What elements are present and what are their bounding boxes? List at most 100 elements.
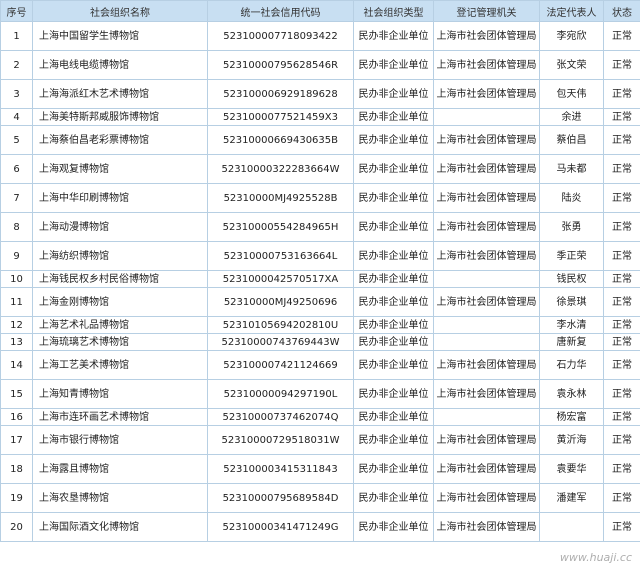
cell-status: 正常 — [603, 316, 640, 334]
cell-authority — [433, 270, 540, 288]
cell-no: 12 — [0, 316, 33, 334]
cell-type: 民办非企业单位 — [353, 154, 434, 184]
cell-status: 正常 — [603, 154, 640, 184]
cell-name: 上海钱民权乡村民俗博物馆 — [32, 270, 208, 288]
cell-rep: 马未都 — [539, 154, 604, 184]
header-code: 统一社会信用代码 — [207, 0, 354, 22]
table-row: 5 上海蔡伯昌老彩票博物馆 52310000669430635B 民办非企业单位 上海市… — [0, 125, 640, 155]
cell-no: 19 — [0, 483, 33, 513]
cell-type: 民办非企业单位 — [353, 21, 434, 51]
cell-rep: 陆炎 — [539, 183, 604, 213]
cell-code: 52310000742112466​9 — [207, 350, 354, 380]
cell-status: 正常 — [603, 212, 640, 242]
cell-status: 正常 — [603, 483, 640, 513]
cell-code: 52310000753163664L — [207, 241, 354, 271]
cell-type: 民办非企业单位 — [353, 425, 434, 455]
cell-authority — [433, 333, 540, 351]
cell-type: 民办非企业单位 — [353, 379, 434, 409]
table-row: 12 上海艺术礼品博物馆 52310105694202810U 民办非企业单位 李水清正… — [0, 316, 640, 334]
cell-authority: 上海市社会团体管理局 — [433, 154, 540, 184]
cell-name: 上海纺织博物馆 — [32, 241, 208, 271]
cell-authority: 上海市社会团体管理局 — [433, 425, 540, 455]
cell-name: 上海海派红木艺术博物馆 — [32, 79, 208, 109]
cell-type: 民办非企业单位 — [353, 287, 434, 317]
cell-name: 上海观复博物馆 — [32, 154, 208, 184]
museum-registry-table: 序号 社会组织名称 统一社会信用代码 社会组织类型 登记管理机关 法定代表人 状… — [0, 0, 640, 542]
header-row: 序号 社会组织名称 统一社会信用代码 社会组织类型 登记管理机关 法定代表人 状… — [0, 0, 640, 22]
cell-name: 上海电线电缆博物馆 — [32, 50, 208, 80]
cell-code: 523100007956285​46R — [207, 50, 354, 80]
cell-status: 正常 — [603, 183, 640, 213]
cell-rep — [539, 512, 604, 542]
cell-type: 民办非企业单位 — [353, 125, 434, 155]
cell-code: 52310000743769443W — [207, 333, 354, 351]
cell-rep: 张勇 — [539, 212, 604, 242]
cell-type: 民办非企业单位 — [353, 454, 434, 484]
cell-no: 3 — [0, 79, 33, 109]
cell-code: 523100006929189628 — [207, 79, 354, 109]
cell-code: 52310000322283664W — [207, 154, 354, 184]
cell-name: 上海国际酒文化博物馆 — [32, 512, 208, 542]
cell-status: 正常 — [603, 512, 640, 542]
cell-status: 正常 — [603, 241, 640, 271]
cell-name: 上海中华印刷博物馆 — [32, 183, 208, 213]
cell-rep: 袁要华 — [539, 454, 604, 484]
cell-code: 52310000094297190L — [207, 379, 354, 409]
cell-name: 上海市银行博物馆 — [32, 425, 208, 455]
cell-name: 上海农垦博物馆 — [32, 483, 208, 513]
cell-no: 2 — [0, 50, 33, 80]
cell-type: 民办非企业单位 — [353, 350, 434, 380]
cell-code: 523100004257051​7XA — [207, 270, 354, 288]
cell-rep: 包天伟 — [539, 79, 604, 109]
table-row: 13 上海琉璃艺术博物馆 52310000743769443W 民办非企业单位 唐新复正… — [0, 333, 640, 351]
cell-rep: 杨宏富 — [539, 408, 604, 426]
table-row: 1 上海中国留学生博物馆 52310000771809342​2 民办非企业单位 上海市… — [0, 21, 640, 51]
cell-no: 18 — [0, 454, 33, 484]
header-type: 社会组织类型 — [353, 0, 434, 22]
cell-authority — [433, 316, 540, 334]
cell-status: 正常 — [603, 408, 640, 426]
table-row: 2 上海电线电缆博物馆 523100007956285​46R 民办非企业单位 上海市社… — [0, 50, 640, 80]
cell-rep: 石力华 — [539, 350, 604, 380]
header-rep: 法定代表人 — [539, 0, 604, 22]
cell-code: 523100003415311843 — [207, 454, 354, 484]
cell-name: 上海知青博物馆 — [32, 379, 208, 409]
cell-rep: 徐景琪 — [539, 287, 604, 317]
cell-type: 民办非企业单位 — [353, 79, 434, 109]
header-no: 序号 — [0, 0, 33, 22]
cell-status: 正常 — [603, 270, 640, 288]
cell-rep: 唐新复 — [539, 333, 604, 351]
table-row: 6 上海观复博物馆 52310000322283664W 民办非企业单位 上海市社会团体… — [0, 154, 640, 184]
cell-no: 7 — [0, 183, 33, 213]
cell-rep: 黄沂海 — [539, 425, 604, 455]
table-row: 4 上海美特斯邦威服饰博物馆 52310000775214​59X3 民办非企业单位 余… — [0, 108, 640, 126]
cell-no: 11 — [0, 287, 33, 317]
header-name: 社会组织名称 — [32, 0, 208, 22]
cell-code: 52310105694202810U — [207, 316, 354, 334]
cell-type: 民办非企业单位 — [353, 316, 434, 334]
table-row: 16 上海市连环画艺术博物馆 52310000737462074Q 民办非企业单位 杨宏… — [0, 408, 640, 426]
cell-rep: 李水清 — [539, 316, 604, 334]
cell-authority: 上海市社会团体管理局 — [433, 454, 540, 484]
cell-no: 14 — [0, 350, 33, 380]
cell-status: 正常 — [603, 454, 640, 484]
cell-rep: 余进 — [539, 108, 604, 126]
cell-no: 4 — [0, 108, 33, 126]
cell-type: 民办非企业单位 — [353, 212, 434, 242]
cell-code: 52310000341471249G — [207, 512, 354, 542]
header-status: 状态 — [603, 0, 640, 22]
cell-code: 52310000MJ49250696 — [207, 287, 354, 317]
cell-no: 6 — [0, 154, 33, 184]
table-row: 18 上海露且博物馆 523100003415311843 民办非企业单位 上海市社会团… — [0, 454, 640, 484]
cell-code: 52310000729518031W — [207, 425, 354, 455]
table-row: 8 上海动漫博物馆 52310000554284965H 民办非企业单位 上海市社会团体… — [0, 212, 640, 242]
cell-type: 民办非企业单位 — [353, 108, 434, 126]
cell-no: 16 — [0, 408, 33, 426]
cell-name: 上海中国留学生博物馆 — [32, 21, 208, 51]
cell-authority: 上海市社会团体管理局 — [433, 50, 540, 80]
header-authority: 登记管理机关 — [433, 0, 540, 22]
cell-type: 民办非企业单位 — [353, 483, 434, 513]
cell-no: 15 — [0, 379, 33, 409]
cell-code: 52310000771809342​2 — [207, 21, 354, 51]
cell-no: 1 — [0, 21, 33, 51]
